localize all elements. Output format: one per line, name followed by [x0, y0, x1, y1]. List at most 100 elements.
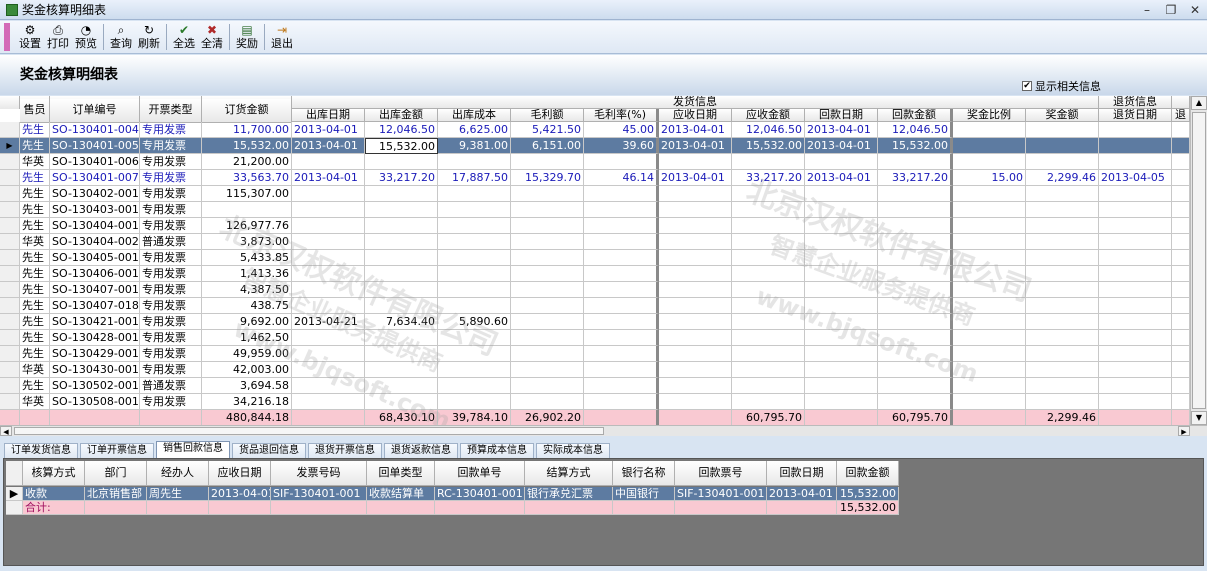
table-row[interactable]: ▶ 收款 北京销售部 周先生 2013-04-01 SIF-130401-001 收款结算单…	[6, 487, 899, 501]
horizontal-scrollbar[interactable]: ◀ ▶	[0, 425, 1207, 436]
refresh-button[interactable]: ↻ 刷新	[135, 22, 163, 52]
col-invoice-no[interactable]: 发票号码	[271, 461, 367, 486]
table-row[interactable]: 先生 SO-130406-001 专用发票 1,413.36	[0, 266, 1190, 282]
tab-sales-payment[interactable]: 销售回款信息	[156, 441, 230, 458]
row-indicator[interactable]	[0, 394, 20, 410]
clear-all-button[interactable]: ✖ 全清	[198, 22, 226, 52]
table-row[interactable]: 先生 SO-130429-001 专用发票 49,959.00	[0, 346, 1190, 362]
scroll-right-icon[interactable]: ▶	[1178, 426, 1190, 436]
preview-button[interactable]: ◔ 预览	[72, 22, 100, 52]
maximize-button[interactable]: ❐	[1159, 1, 1183, 19]
row-indicator[interactable]	[0, 330, 20, 346]
col-return-extra[interactable]: 退	[1172, 109, 1190, 122]
row-indicator[interactable]	[0, 218, 20, 234]
table-row[interactable]: 先生 SO-130407-001 专用发票 4,387.50	[0, 282, 1190, 298]
show-related-checkbox[interactable]: ✔ 显示相关信息	[1022, 78, 1101, 94]
row-indicator[interactable]	[0, 250, 20, 266]
table-row[interactable]: 先生 SO-130403-001 专用发票	[0, 202, 1190, 218]
tab-budget-cost[interactable]: 预算成本信息	[460, 443, 534, 458]
row-indicator[interactable]	[0, 378, 20, 394]
table-row[interactable]: 华英 SO-130401-006 专用发票 21,200.00	[0, 154, 1190, 170]
settings-button[interactable]: ⚙ 设置	[16, 22, 44, 52]
vertical-scrollbar[interactable]: ▲ ▼	[1190, 96, 1207, 425]
col-invoice-type[interactable]: 开票类型	[140, 99, 202, 123]
col-return-date[interactable]: 退货日期	[1099, 109, 1172, 122]
scroll-up-icon[interactable]: ▲	[1191, 96, 1207, 110]
col-payment-amount[interactable]: 回款金额	[878, 109, 953, 122]
table-row[interactable]: 先生 SO-130407-018 专用发票 438.75	[0, 298, 1190, 314]
row-indicator[interactable]: ▶	[6, 487, 23, 501]
row-indicator[interactable]	[0, 346, 20, 362]
checkbox-check-icon[interactable]: ✔	[1022, 81, 1032, 91]
tab-goods-return[interactable]: 货品退回信息	[232, 443, 306, 458]
sub-total-row[interactable]: 合计: 15,532.00	[6, 501, 899, 515]
col-bonus-ratio[interactable]: 奖金比例	[953, 109, 1026, 122]
table-row[interactable]: 先生 SO-130401-004 专用发票 11,700.00 2013-04-01 12…	[0, 122, 1190, 138]
col-accounting-method[interactable]: 核算方式	[23, 461, 85, 486]
table-row[interactable]: 先生 SO-130401-007 专用发票 33,563.70 2013-04-01 33…	[0, 170, 1190, 186]
row-indicator[interactable]	[6, 501, 23, 515]
col-bonus-amount[interactable]: 奖金额	[1026, 109, 1099, 122]
table-row[interactable]: 先生 SO-130405-001 专用发票 5,433.85	[0, 250, 1190, 266]
row-indicator[interactable]	[0, 122, 20, 138]
col-payment-date[interactable]: 回款日期	[805, 109, 878, 122]
table-row[interactable]: 先生 SO-130428-001 专用发票 1,462.50	[0, 330, 1190, 346]
table-row[interactable]: 华英 SO-130508-001 专用发票 34,216.18	[0, 394, 1190, 410]
tab-order-invoice[interactable]: 订单开票信息	[80, 443, 154, 458]
row-indicator[interactable]	[0, 234, 20, 250]
col-bank-name[interactable]: 银行名称	[613, 461, 675, 486]
tab-order-delivery[interactable]: 订单发货信息	[4, 443, 78, 458]
table-row[interactable]: 先生 SO-130402-001 专用发票 115,307.00	[0, 186, 1190, 202]
col-payment-ticket-no[interactable]: 回款票号	[675, 461, 767, 486]
tab-return-refund[interactable]: 退货返款信息	[384, 443, 458, 458]
table-row[interactable]: 先生 SO-130404-001 专用发票 126,977.76	[0, 218, 1190, 234]
exit-button[interactable]: ⇥ 退出	[268, 22, 296, 52]
query-button[interactable]: ⌕ 查询	[107, 22, 135, 52]
row-indicator[interactable]	[0, 314, 20, 330]
row-indicator[interactable]	[0, 266, 20, 282]
select-all-button[interactable]: ✔ 全选	[170, 22, 198, 52]
table-row[interactable]: ▶ 先生 SO-130401-005 专用发票 15,532.00 2013-04-01 1…	[0, 138, 1190, 154]
col-gross-profit[interactable]: 毛利额	[511, 109, 584, 122]
col-gross-margin[interactable]: 毛利率(%)	[584, 109, 659, 122]
col-receivable-date[interactable]: 应收日期	[209, 461, 271, 486]
col-out-amount[interactable]: 出库金额	[365, 109, 438, 122]
vertical-scroll-thumb[interactable]	[1192, 112, 1206, 409]
col-out-date[interactable]: 出库日期	[292, 109, 365, 122]
row-indicator[interactable]	[6, 461, 23, 486]
col-payment-no[interactable]: 回款单号	[435, 461, 525, 486]
table-row[interactable]: 先生 SO-130502-001 普通发票 3,694.58	[0, 378, 1190, 394]
col-receipt-type[interactable]: 回单类型	[367, 461, 435, 486]
scroll-down-icon[interactable]: ▼	[1191, 411, 1207, 425]
row-indicator[interactable]	[0, 186, 20, 202]
table-row[interactable]: 华英 SO-130430-001 专用发票 42,003.00	[0, 362, 1190, 378]
row-indicator[interactable]	[0, 298, 20, 314]
col-order-amount[interactable]: 订货金额	[202, 99, 292, 123]
print-button[interactable]: ⎙ 打印	[44, 22, 72, 52]
col-receivable-amount[interactable]: 应收金额	[732, 109, 805, 122]
scroll-left-icon[interactable]: ◀	[0, 426, 12, 436]
horizontal-scroll-thumb[interactable]	[14, 427, 604, 435]
col-receivable-date[interactable]: 应收日期	[659, 109, 732, 122]
col-salesperson[interactable]: 售员	[20, 99, 50, 123]
reward-button[interactable]: ▤ 奖励	[233, 22, 261, 52]
col-out-cost[interactable]: 出库成本	[438, 109, 511, 122]
row-indicator[interactable]	[0, 170, 20, 186]
total-row[interactable]: 480,844.18 68,430.10 39,784.10 26,902.20 60,…	[0, 410, 1190, 425]
close-button[interactable]: ✕	[1183, 1, 1207, 19]
table-row[interactable]: 先生 SO-130421-001 专用发票 9,692.00 2013-04-21 7,6…	[0, 314, 1190, 330]
row-indicator[interactable]	[0, 202, 20, 218]
tab-return-invoice[interactable]: 退货开票信息	[308, 443, 382, 458]
col-payment-amount[interactable]: 回款金额	[837, 461, 899, 486]
col-handler[interactable]: 经办人	[147, 461, 209, 486]
row-indicator[interactable]	[0, 282, 20, 298]
row-indicator[interactable]	[0, 410, 20, 425]
row-indicator[interactable]	[0, 362, 20, 378]
minimize-button[interactable]: –	[1135, 1, 1159, 19]
col-settlement-method[interactable]: 结算方式	[525, 461, 613, 486]
table-row[interactable]: 华英 SO-130404-002 普通发票 3,873.00	[0, 234, 1190, 250]
col-department[interactable]: 部门	[85, 461, 147, 486]
row-indicator[interactable]	[0, 154, 20, 170]
row-indicator[interactable]: ▶	[0, 138, 20, 154]
toolbar-grip[interactable]	[4, 23, 10, 51]
